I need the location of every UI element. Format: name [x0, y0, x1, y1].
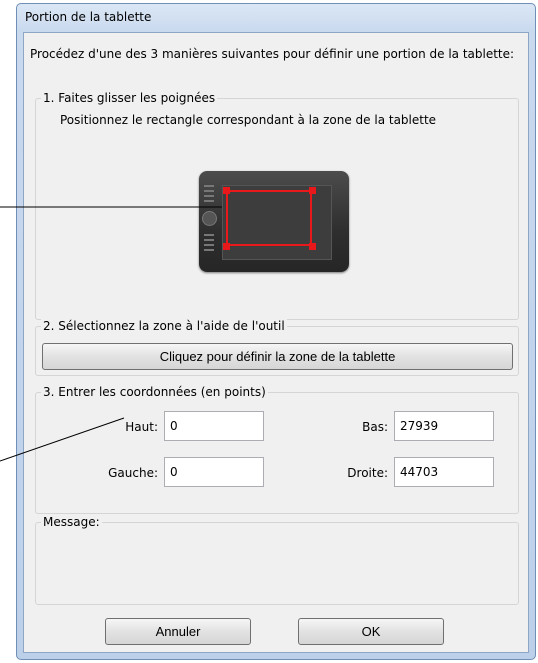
dialog-title: Portion de la tablette: [25, 10, 152, 24]
handle-bottom-right[interactable]: [309, 243, 316, 250]
tablet-portion-dialog: Portion de la tablette Procédez d'une de…: [16, 3, 536, 660]
tool-select-group-label: 2. Sélectionnez la zone à l'aide de l'ou…: [41, 318, 287, 334]
define-area-button[interactable]: Cliquez pour définir la zone de la table…: [42, 343, 513, 370]
top-label: Haut:: [125, 420, 158, 434]
express-key: [204, 249, 214, 251]
bottom-label: Bas:: [362, 420, 388, 434]
dialog-body: Procédez d'une des 3 manières suivantes …: [23, 32, 529, 653]
touch-ring: [202, 211, 217, 226]
handle-top-right[interactable]: [309, 187, 316, 194]
ok-button[interactable]: OK: [298, 618, 444, 645]
left-label: Gauche:: [108, 466, 158, 480]
message-group: Message:: [35, 514, 519, 605]
drag-handles-group: 1. Faites glisser les poignées Positionn…: [35, 90, 519, 320]
bottom-input[interactable]: [394, 411, 494, 441]
intro-text: Procédez d'une des 3 manières suivantes …: [30, 47, 515, 61]
express-key: [204, 195, 214, 197]
selection-rectangle[interactable]: [226, 190, 312, 246]
express-key: [204, 234, 214, 236]
handle-bottom-left[interactable]: [223, 243, 230, 250]
top-input[interactable]: [164, 411, 264, 441]
cancel-button[interactable]: Annuler: [105, 618, 251, 645]
drag-handles-instructions: Positionnez le rectangle correspondant à…: [60, 113, 437, 127]
express-key: [204, 239, 214, 241]
tablet-image: [199, 171, 349, 272]
right-input[interactable]: [394, 457, 494, 487]
message-group-label: Message:: [41, 514, 102, 530]
express-key: [204, 200, 214, 202]
coordinates-group-label: 3. Entrer les coordonnées (en points): [41, 384, 268, 400]
drag-handles-group-label: 1. Faites glisser les poignées: [41, 90, 218, 106]
title-bar[interactable]: Portion de la tablette: [17, 4, 535, 28]
right-label: Droite:: [347, 466, 388, 480]
handle-top-left[interactable]: [223, 187, 230, 194]
express-key: [204, 185, 214, 187]
left-input[interactable]: [164, 457, 264, 487]
express-key: [204, 190, 214, 192]
express-key: [204, 244, 214, 246]
